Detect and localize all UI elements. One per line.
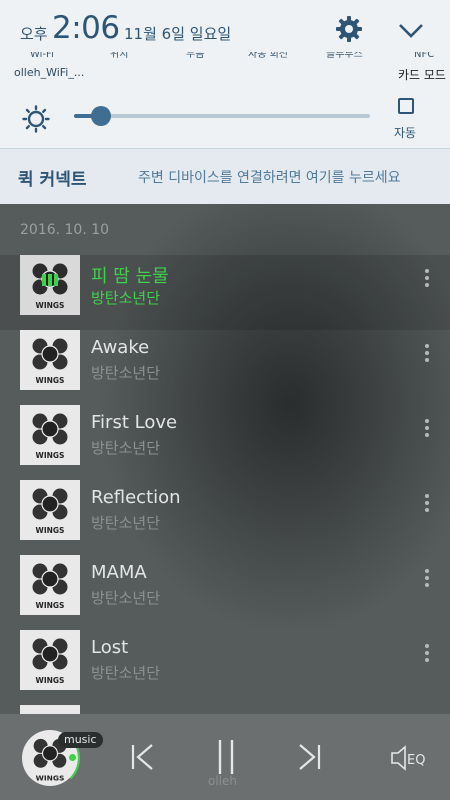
playlist-date: 2016. 10. 10 (20, 222, 110, 238)
track-artist: 방탄소년단 (91, 589, 161, 607)
kebab-icon[interactable] (420, 494, 434, 516)
next-icon[interactable] (296, 742, 322, 776)
track-row[interactable]: WINGS Lost 방탄소년단 (0, 630, 450, 705)
quick-connect-description: 주변 디바이스를 연결하려면 여기를 누르세요 (138, 170, 401, 186)
previous-icon[interactable] (130, 742, 156, 776)
kebab-icon[interactable] (420, 344, 434, 366)
status-row: 오후 2:06 11월 6일 일요일 (0, 0, 450, 56)
date-label: 11월 6일 일요일 (124, 25, 232, 43)
track-artist: 방탄소년단 (91, 439, 161, 457)
quick-connect-title: 퀵 커넥트 (18, 170, 87, 190)
svg-text:WINGS: WINGS (36, 676, 65, 685)
chevron-down-icon[interactable] (396, 16, 426, 44)
toggle-label: 위치 (110, 52, 129, 60)
svg-text:EQ: EQ (407, 753, 425, 768)
wings-logo-icon: WINGS (32, 263, 68, 310)
playlist: 2016. 10. 10 WINGS 피 땀 눈물 방탄소년단 WINGS Aw… (0, 204, 450, 714)
track-row-partial (0, 705, 450, 714)
album-art: WINGS (20, 405, 80, 465)
gear-icon[interactable] (334, 14, 364, 44)
track-artist: 방탄소년단 (91, 364, 161, 382)
kebab-icon[interactable] (420, 269, 434, 291)
svg-text:WINGS: WINGS (36, 301, 65, 310)
toggle-wifi[interactable]: Wi-Fi olleh_WiFi_... (14, 52, 84, 79)
track-artist: 방탄소년단 (91, 514, 161, 532)
wings-logo-icon: WINGS (32, 563, 68, 610)
album-art (20, 705, 80, 714)
ampm-label: 오후 (20, 25, 48, 43)
kebab-icon[interactable] (420, 569, 434, 591)
player-bar: WINGS music EQ olleh (0, 714, 450, 800)
album-art: WINGS (20, 480, 80, 540)
svg-text:WINGS: WINGS (36, 601, 65, 610)
auto-brightness-checkbox[interactable] (398, 98, 414, 114)
svg-text:WINGS: WINGS (36, 526, 65, 535)
track-artist: 방탄소년단 (91, 664, 161, 682)
toggle-label: 무음 (186, 52, 205, 60)
quick-toggles: Wi-Fi olleh_WiFi_... 위치 무음 자동 회전 블루투스 NF… (0, 52, 450, 86)
wings-logo-icon: WINGS (32, 488, 68, 535)
notification-shade: 오후 2:06 11월 6일 일요일 Wi-Fi olleh_WiFi_... … (0, 0, 450, 204)
toggle-sub: 카드 모드 (398, 68, 446, 82)
toggle-location[interactable]: 위치 (110, 52, 128, 62)
equalizer-icon[interactable]: EQ (390, 744, 430, 776)
track-title: First Love (91, 412, 178, 433)
brightness-slider[interactable] (74, 106, 370, 126)
wings-logo-icon: WINGS (32, 413, 68, 460)
track-title: Reflection (91, 487, 181, 508)
toggle-silent[interactable]: 무음 (186, 52, 204, 62)
music-badge: music (58, 732, 103, 748)
album-art: WINGS (20, 330, 80, 390)
track-title: Awake (91, 337, 150, 358)
album-art: WINGS (20, 255, 80, 315)
brightness-thumb[interactable] (90, 106, 111, 126)
auto-brightness-label: 자동 (394, 126, 417, 140)
track-title: 피 땀 눈물 (91, 266, 169, 287)
kebab-icon[interactable] (420, 419, 434, 441)
carrier-label: olleh (208, 774, 237, 788)
sun-icon (22, 105, 50, 133)
toggle-sub: olleh_WiFi_... (14, 66, 85, 79)
wings-logo-icon: WINGS (32, 338, 68, 385)
svg-text:WINGS: WINGS (36, 451, 65, 460)
toggle-label: 블루투스 (326, 52, 363, 60)
track-title: MAMA (91, 562, 147, 583)
album-art: WINGS (20, 630, 80, 690)
track-title: Lost (91, 637, 129, 658)
track-row[interactable]: WINGS Awake 방탄소년단 (0, 330, 450, 405)
track-row[interactable]: WINGS MAMA 방탄소년단 (0, 555, 450, 630)
track-row[interactable]: WINGS 피 땀 눈물 방탄소년단 (0, 255, 450, 330)
svg-text:WINGS: WINGS (36, 376, 65, 385)
quick-connect-bar[interactable]: 퀵 커넥트 주변 디바이스를 연결하려면 여기를 누르세요 (0, 149, 450, 204)
toggle-label: Wi-Fi (30, 52, 54, 60)
track-row[interactable]: WINGS First Love 방탄소년단 (0, 405, 450, 480)
toggle-auto-rotate[interactable]: 자동 회전 (248, 52, 288, 62)
clock: 2:06 (52, 10, 120, 46)
kebab-icon[interactable] (420, 644, 434, 666)
toggle-nfc[interactable]: NFC 카드 모드 (398, 52, 446, 83)
track-row[interactable]: WINGS Reflection 방탄소년단 (0, 480, 450, 555)
toggle-label: NFC (414, 52, 435, 60)
brightness-row: 자동 (0, 92, 450, 148)
track-artist: 방탄소년단 (91, 289, 161, 307)
wings-logo-icon: WINGS (32, 638, 68, 685)
playing-indicator (69, 754, 76, 761)
toggle-label: 자동 회전 (248, 52, 288, 60)
album-art: WINGS (20, 555, 80, 615)
toggle-bluetooth[interactable]: 블루투스 (326, 52, 363, 62)
